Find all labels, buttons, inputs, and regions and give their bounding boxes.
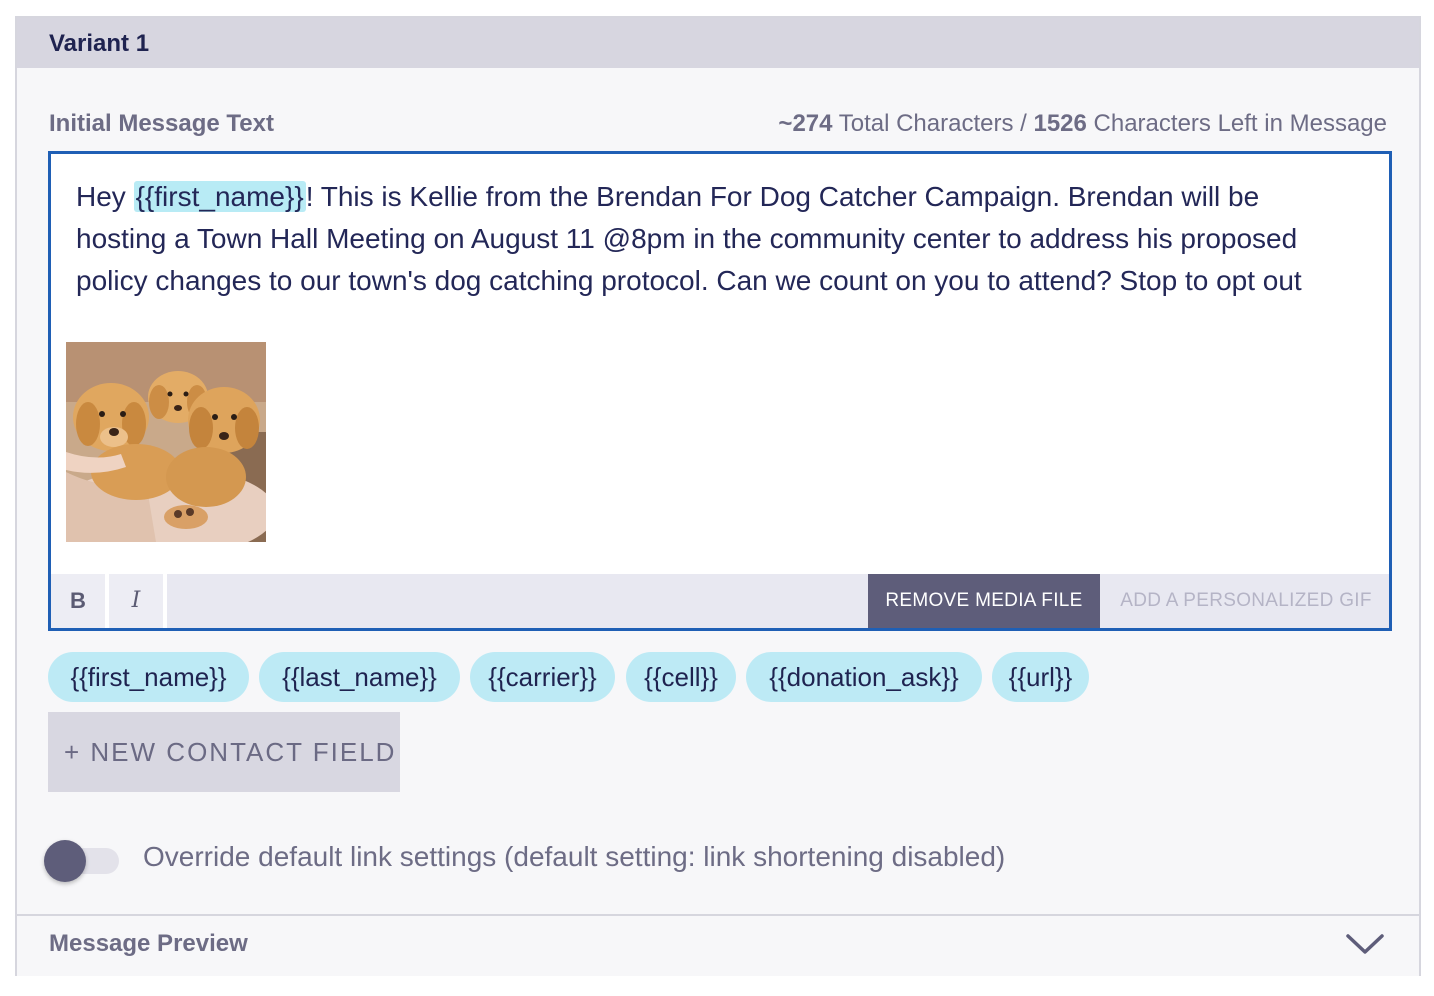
characters-left-value: 1526 <box>1033 110 1087 137</box>
variant-header: Variant 1 <box>17 18 1419 68</box>
italic-button[interactable]: I <box>109 574 163 628</box>
editor-toolbar: B I REMOVE MEDIA FILE ADD A PERSONALIZED… <box>51 574 1389 628</box>
message-editor[interactable]: Hey {{first_name}}! This is Kellie from … <box>48 151 1392 631</box>
bold-button[interactable]: B <box>51 574 105 628</box>
chip-carrier[interactable]: {{carrier}} <box>470 652 615 702</box>
message-preview-label: Message Preview <box>49 930 248 957</box>
first-name-token[interactable]: {{first_name}} <box>133 181 306 212</box>
toolbar-divider <box>163 574 167 628</box>
variant-title: Variant 1 <box>49 30 150 57</box>
message-label-row: Initial Message Text ~274 Total Characte… <box>49 110 1387 142</box>
chip-cell[interactable]: {{cell}} <box>626 652 736 702</box>
message-text-before: Hey <box>76 181 134 212</box>
link-override-label: Override default link settings (default … <box>143 841 1006 872</box>
message-preview-section[interactable]: Message Preview <box>17 914 1419 976</box>
message-label: Initial Message Text <box>49 110 274 137</box>
new-contact-field-button[interactable]: + NEW CONTACT FIELD <box>48 712 400 792</box>
chip-last-name[interactable]: {{last_name}} <box>259 652 460 702</box>
link-override-toggle[interactable] <box>44 840 86 882</box>
chip-first-name[interactable]: {{first_name}} <box>48 652 249 702</box>
remove-media-file-button[interactable]: REMOVE MEDIA FILE <box>868 574 1100 628</box>
total-characters-label: Total Characters / <box>832 110 1034 137</box>
message-text[interactable]: Hey {{first_name}}! This is Kellie from … <box>76 176 1336 302</box>
add-personalized-gif-button[interactable]: ADD A PERSONALIZED GIF <box>1100 574 1392 628</box>
chip-donation-ask[interactable]: {{donation_ask}} <box>746 652 982 702</box>
chip-url[interactable]: {{url}} <box>992 652 1089 702</box>
puppies-image <box>66 342 266 542</box>
character-counter: ~274 Total Characters / 1526 Characters … <box>778 110 1387 138</box>
media-attachment-image[interactable] <box>66 342 266 542</box>
characters-left-label: Characters Left in Message <box>1086 110 1387 137</box>
chevron-down-icon[interactable] <box>1345 928 1385 958</box>
variant-card: Variant 1 Initial Message Text ~274 Tota… <box>15 16 1421 976</box>
total-characters-value: ~274 <box>778 110 833 137</box>
